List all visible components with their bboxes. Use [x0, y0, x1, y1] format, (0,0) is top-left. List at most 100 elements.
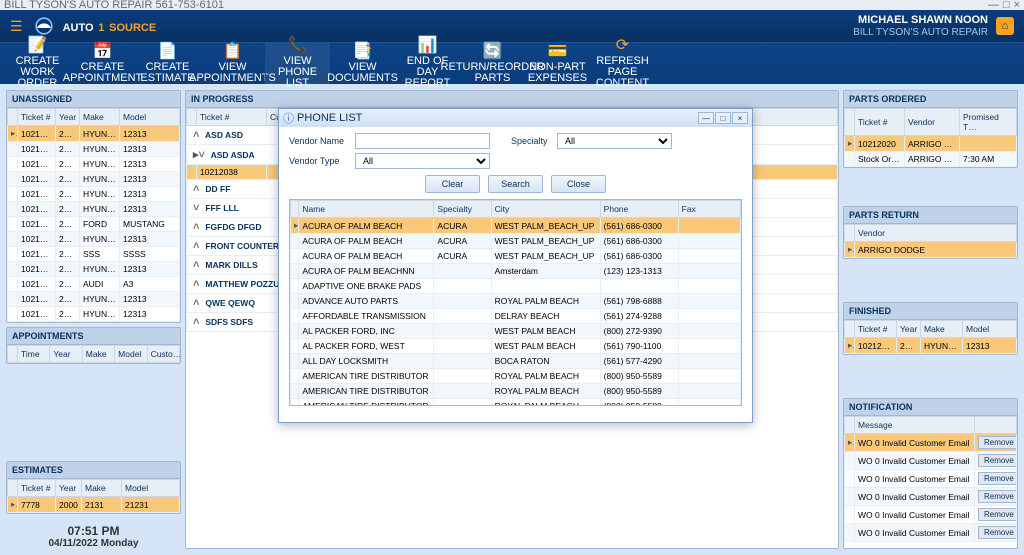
toolbar-non-part-expenses[interactable]: 💳NON-PARTEXPENSES — [525, 43, 590, 84]
table-row[interactable]: WO 0 Invalid Customer EmailRemove — [845, 524, 1017, 542]
dialog-max-icon[interactable]: □ — [715, 112, 731, 124]
table-row[interactable]: AFFORDABLE TRANSMISSIONDELRAY BEACH(561)… — [291, 309, 741, 324]
remove-button[interactable]: Remove — [978, 490, 1017, 503]
phone-list-table[interactable]: NameSpecialtyCityPhoneFax▸ACURA OF PALM … — [290, 200, 741, 406]
table-row[interactable]: ▸102120…2017HYUNDAI12313 — [845, 338, 1017, 354]
column-header[interactable]: Promised T… — [960, 109, 1017, 136]
toolbar-refresh-page-content[interactable]: ⟳REFRESHPAGE CONTENT — [590, 43, 655, 84]
table-row[interactable]: 10212…2017HYUNDAI12313 — [8, 292, 180, 307]
table-row[interactable]: ▸ACURA OF PALM BEACHACURAWEST PALM_BEACH… — [291, 218, 741, 234]
remove-button[interactable]: Remove — [978, 436, 1017, 449]
column-header[interactable] — [187, 109, 197, 126]
table-row[interactable]: 10212…2017HYUNDAI12313 — [8, 157, 180, 172]
table-row[interactable]: ▸ARRIGO DODGE — [845, 242, 1017, 258]
remove-button[interactable]: Remove — [978, 526, 1017, 539]
dialog-min-icon[interactable]: — — [698, 112, 714, 124]
vendor-name-input[interactable] — [355, 133, 490, 149]
table-row[interactable]: 10212…2017HYUNDAI12313 — [8, 262, 180, 277]
appointments-table[interactable]: TimeYearMakeModelCusto… — [7, 345, 180, 363]
column-header[interactable]: Ticket # — [197, 109, 267, 126]
table-row[interactable]: 10212…2020SSSSSSS — [8, 247, 180, 262]
table-row[interactable]: ▸77782000213121231 — [8, 497, 180, 513]
column-header[interactable]: Ticket # — [18, 109, 56, 126]
remove-button[interactable]: Remove — [978, 454, 1017, 467]
column-header[interactable]: Custo… — [147, 346, 179, 363]
column-header[interactable]: Name — [299, 201, 434, 218]
column-header[interactable]: Ticket # — [18, 480, 56, 497]
unassigned-table[interactable]: Ticket #YearMakeModel▸10212…2017HYUNDAI1… — [7, 108, 180, 322]
min-icon[interactable]: — — [988, 0, 999, 11]
column-header[interactable]: City — [491, 201, 600, 218]
dialog-close-icon[interactable]: × — [732, 112, 748, 124]
table-row[interactable]: ACURA OF PALM BEACHNNAmsterdam(123) 123-… — [291, 264, 741, 279]
menu-icon[interactable]: ☰ — [10, 18, 23, 35]
remove-button[interactable]: Remove — [978, 472, 1017, 485]
toolbar-create-work-order[interactable]: 📝CREATEWORK ORDER — [5, 43, 70, 84]
column-header[interactable]: Make — [82, 346, 114, 363]
column-header[interactable]: Make — [82, 480, 122, 497]
table-row[interactable]: AMERICAN TIRE DISTRIBUTORROYAL PALM BEAC… — [291, 399, 741, 407]
column-header[interactable]: Ticket # — [855, 321, 897, 338]
table-row[interactable]: AL PACKER FORD, WESTWEST PALM BEACH(561)… — [291, 339, 741, 354]
column-header[interactable]: Model — [122, 480, 180, 497]
table-row[interactable]: WO 0 Invalid Customer EmailRemove — [845, 488, 1017, 506]
column-header[interactable]: Model — [115, 346, 147, 363]
column-header[interactable]: Make — [80, 109, 120, 126]
table-row[interactable]: AL PACKER FORD, INCWEST PALM BEACH(800) … — [291, 324, 741, 339]
finished-table[interactable]: Ticket #YearMakeModel▸102120…2017HYUNDAI… — [844, 320, 1017, 354]
table-row[interactable]: ACURA OF PALM BEACHACURAWEST PALM_BEACH_… — [291, 234, 741, 249]
close-button[interactable]: Close — [551, 175, 606, 193]
table-row[interactable]: 10212…2017HYUNDAI12313 — [8, 202, 180, 217]
table-row[interactable]: ADVANCE AUTO PARTSROYAL PALM BEACH(561) … — [291, 294, 741, 309]
vendor-type-select[interactable]: All — [355, 153, 490, 169]
parts-return-table[interactable]: Vendor▸ARRIGO DODGE — [844, 224, 1017, 258]
table-row[interactable]: ACURA OF PALM BEACHACURAWEST PALM_BEACH_… — [291, 249, 741, 264]
column-header[interactable]: Model — [120, 109, 180, 126]
toolbar-return/reorder-parts[interactable]: 🔄RETURN/REORDERPARTS — [460, 43, 525, 84]
system-icon[interactable]: ⌂ — [996, 17, 1014, 35]
column-header[interactable] — [975, 417, 1017, 434]
remove-button[interactable]: Remove — [978, 508, 1017, 521]
table-row[interactable]: ▸10212020ARRIGO DOD… — [845, 136, 1017, 152]
table-row[interactable]: 10212…2017HYUNDAI12313 — [8, 232, 180, 247]
column-header[interactable]: Year — [56, 480, 82, 497]
column-header[interactable]: Year — [897, 321, 921, 338]
toolbar-view-phone-list[interactable]: 📞VIEWPHONE LIST — [265, 43, 330, 84]
table-row[interactable]: ALL DAY LOCKSMITHBOCA RATON(561) 577-429… — [291, 354, 741, 369]
toolbar-view-documents[interactable]: 📑VIEWDOCUMENTS — [330, 43, 395, 84]
column-header[interactable]: Vendor — [855, 225, 1017, 242]
table-row[interactable]: 10212…2017HYUNDAI12313 — [8, 142, 180, 157]
table-row[interactable]: ▸WO 0 Invalid Customer EmailRemove — [845, 434, 1017, 452]
estimates-table[interactable]: Ticket #YearMakeModel▸77782000213121231 — [7, 479, 180, 513]
table-row[interactable]: AMERICAN TIRE DISTRIBUTORROYAL PALM BEAC… — [291, 384, 741, 399]
column-header[interactable] — [291, 201, 299, 218]
column-header[interactable]: Model — [963, 321, 1017, 338]
column-header[interactable]: Specialty — [434, 201, 491, 218]
table-row[interactable]: ▸10212…2017HYUNDAI12313 — [8, 126, 180, 142]
dialog-title-bar[interactable]: ⓘ PHONE LIST — □ × — [279, 109, 752, 127]
table-row[interactable]: 10212…2015FORDMUSTANG — [8, 217, 180, 232]
table-row[interactable]: WO 0 Invalid Customer EmailRemove — [845, 470, 1017, 488]
table-row[interactable]: WO 0 Invalid Customer EmailRemove — [845, 506, 1017, 524]
column-header[interactable]: Make — [921, 321, 963, 338]
search-button[interactable]: Search — [488, 175, 543, 193]
clear-button[interactable]: Clear — [425, 175, 480, 193]
table-row[interactable]: ADAPTIVE ONE BRAKE PADS — [291, 279, 741, 294]
max-icon[interactable]: □ — [1003, 0, 1010, 11]
column-header[interactable]: Time — [18, 346, 50, 363]
table-row[interactable]: 10212…2017HYUNDAI12313 — [8, 187, 180, 202]
table-row[interactable]: AMERICAN TIRE DISTRIBUTORROYAL PALM BEAC… — [291, 369, 741, 384]
table-row[interactable]: 10212…2017HYUNDAI12313 — [8, 307, 180, 322]
parts-ordered-table[interactable]: Ticket #VendorPromised T…▸10212020ARRIGO… — [844, 108, 1017, 167]
column-header[interactable]: Message — [855, 417, 975, 434]
toolbar-create-appointment[interactable]: 📅CREATEAPPOINTMENT — [70, 43, 135, 84]
notification-table[interactable]: Message▸WO 0 Invalid Customer EmailRemov… — [844, 416, 1017, 542]
column-header[interactable]: Year — [56, 109, 80, 126]
column-header[interactable]: Ticket # — [855, 109, 905, 136]
close-icon[interactable]: × — [1014, 0, 1020, 11]
table-row[interactable]: Stock OrderARRIGO DOD…7:30 AM — [845, 152, 1017, 167]
column-header[interactable]: Vendor — [905, 109, 960, 136]
table-row[interactable]: WO 0 Invalid Customer EmailRemove — [845, 452, 1017, 470]
column-header[interactable]: Year — [50, 346, 82, 363]
specialty-select[interactable]: All — [557, 133, 672, 149]
